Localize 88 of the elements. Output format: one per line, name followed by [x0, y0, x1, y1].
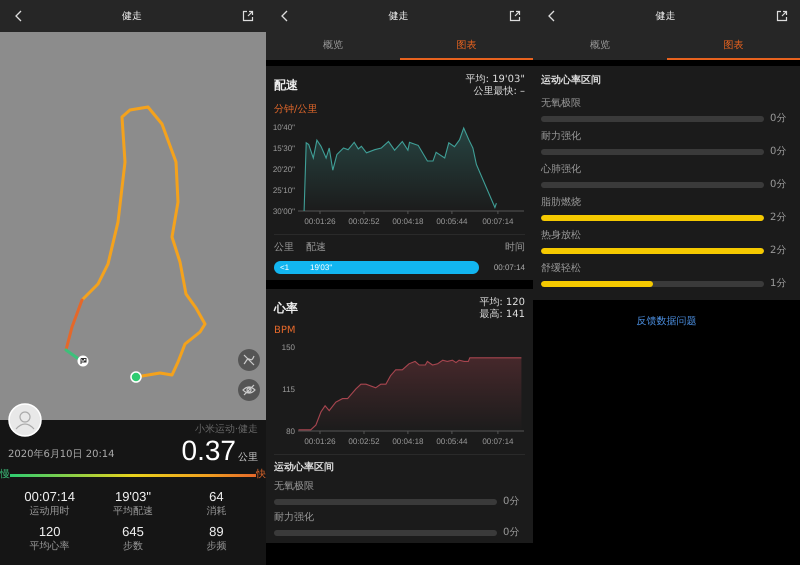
zone-minutes: 0分	[503, 496, 520, 508]
tab[interactable]: 概览	[266, 32, 400, 60]
stat-label: 平均心率	[30, 540, 70, 553]
card-title: 心率	[274, 300, 298, 317]
map-control-button[interactable]	[238, 349, 260, 371]
stat-label: 运动用时	[30, 505, 70, 518]
zone-label: 热身放松	[541, 229, 582, 242]
zone-minutes: 0分	[503, 527, 520, 539]
zone-minutes: 1分	[770, 278, 788, 290]
pace-value: 19'03"	[310, 263, 332, 272]
card-title: 配速	[274, 77, 298, 94]
stat-value: 64	[209, 489, 224, 505]
source-label: 小米运动·健走	[194, 424, 258, 436]
start-marker	[130, 371, 142, 383]
axis-label: 30'00"	[272, 207, 295, 216]
summary-stat: 平均: 19'03"	[466, 74, 525, 86]
avatar[interactable]	[8, 403, 42, 437]
axis-label: 00:01:26	[304, 217, 336, 226]
back-icon[interactable]	[280, 10, 288, 22]
zone-label: 脂肪燃烧	[541, 196, 582, 209]
column-header: 公里	[274, 241, 295, 255]
share-icon[interactable]	[509, 10, 521, 22]
stat-label: 平均配速	[112, 505, 153, 518]
unit-label: 分钟/公里	[274, 102, 318, 116]
column-header: 时间	[505, 241, 525, 255]
axis-label: 115	[282, 385, 295, 394]
map-control-button[interactable]	[238, 379, 260, 401]
slow-label: 慢	[0, 469, 10, 481]
section-title: 运动心率区间	[274, 461, 335, 475]
screen-title: 健走	[388, 10, 408, 23]
back-icon[interactable]	[547, 10, 555, 22]
axis-label: 15'30"	[272, 144, 295, 153]
stat-value: 19'03"	[114, 489, 151, 505]
axis-label: 00:05:44	[436, 437, 468, 446]
feedback-link[interactable]: 反馈数据问题	[636, 314, 696, 328]
zone-minutes: 0分	[770, 146, 788, 158]
zone-minutes: 0分	[770, 179, 788, 191]
axis-label: 00:07:14	[482, 217, 514, 226]
axis-label: 00:05:44	[436, 217, 468, 226]
stat-value: 89	[209, 524, 224, 540]
stat-value: 645	[122, 524, 144, 540]
tab[interactable]: 概览	[533, 32, 666, 60]
zone-minutes: 2分	[770, 245, 788, 257]
share-icon[interactable]	[242, 10, 254, 22]
zone-label: 舒缓轻松	[541, 262, 582, 275]
stat-value: 120	[38, 524, 61, 540]
screen-title: 健走	[656, 10, 676, 23]
eye-off-icon	[242, 383, 256, 397]
axis-label: 00:04:18	[392, 437, 424, 446]
route-off-icon	[242, 353, 256, 367]
share-icon[interactable]	[776, 10, 788, 22]
summary-stat: 最高: 141	[479, 309, 525, 321]
section-title: 运动心率区间	[541, 74, 602, 88]
workout-date: 2020年6月10日 20:14	[8, 448, 115, 462]
screen-title: 健走	[122, 10, 142, 23]
stat-label: 步频	[206, 540, 226, 553]
axis-label: 00:02:52	[348, 217, 380, 226]
axis-label: 150	[282, 343, 295, 352]
summary-stat: 公里最快: –	[473, 86, 525, 98]
finish-flag-icon	[78, 356, 88, 366]
zone-minutes: 0分	[770, 113, 788, 125]
axis-label: 00:01:26	[304, 437, 336, 446]
stat-label: 消耗	[206, 505, 226, 518]
km-value: <1	[280, 263, 290, 272]
zone-label: 心肺强化	[541, 163, 582, 176]
zone-label: 无氧极限	[541, 97, 582, 110]
tab[interactable]: 图表	[666, 32, 800, 60]
zone-label: 耐力强化	[541, 130, 582, 143]
zone-label: 无氧极限	[274, 480, 315, 493]
zone-label: 耐力强化	[274, 511, 315, 524]
axis-label: 00:02:52	[348, 437, 380, 446]
column-header: 配速	[306, 241, 327, 255]
axis-label: 10'40"	[272, 123, 295, 132]
fast-label: 快	[256, 469, 266, 481]
unit-label: BPM	[274, 325, 296, 336]
axis-label: 80	[286, 427, 295, 436]
stat-label: 步数	[122, 540, 143, 553]
axis-label: 25'10"	[272, 186, 295, 195]
stat-value: 00:07:14	[24, 489, 75, 505]
axis-label: 20'20"	[272, 165, 295, 174]
distance-unit: 公里	[238, 451, 258, 464]
distance-value: 0.37	[182, 436, 236, 466]
back-icon[interactable]	[14, 10, 22, 22]
axis-label: 00:04:18	[392, 217, 424, 226]
time-value: 00:07:14	[494, 263, 525, 272]
zone-minutes: 2分	[770, 212, 788, 224]
axis-label: 00:07:14	[482, 437, 514, 446]
summary-stat: 平均: 120	[479, 297, 525, 308]
